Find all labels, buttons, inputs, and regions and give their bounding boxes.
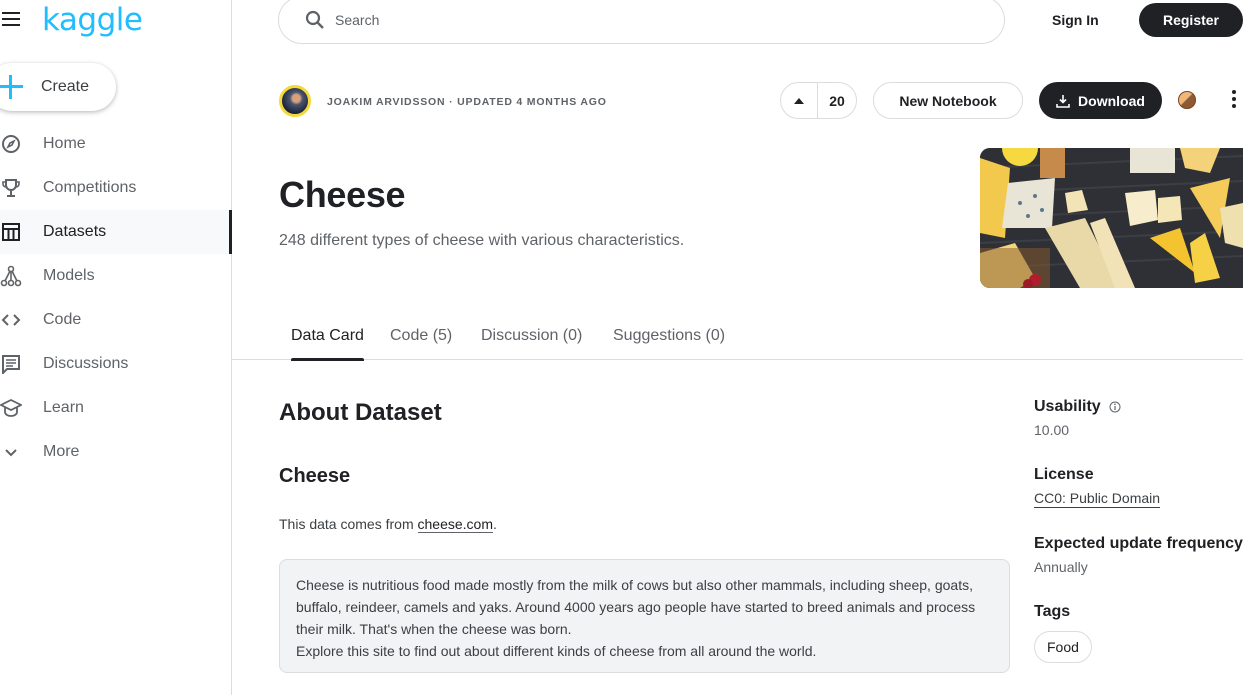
sidebar-item-competitions[interactable]: Competitions	[0, 166, 231, 210]
chevron-down-icon	[0, 441, 22, 463]
tab-data-card[interactable]: Data Card	[291, 327, 364, 361]
sign-in-button[interactable]: Sign In	[1052, 12, 1099, 28]
info-icon[interactable]	[1109, 401, 1121, 413]
more-options-icon[interactable]	[1232, 90, 1240, 110]
compass-icon	[0, 133, 22, 155]
sidebar-item-more[interactable]: More	[0, 430, 231, 474]
vote-widget: 20	[780, 82, 857, 119]
tab-discussion[interactable]: Discussion (0)	[481, 327, 582, 360]
download-button[interactable]: Download	[1039, 82, 1162, 119]
download-icon	[1056, 94, 1070, 108]
tab-code[interactable]: Code (5)	[390, 327, 452, 360]
tags-label: Tags	[1034, 603, 1071, 620]
frequency-label: Expected update frequency	[1034, 535, 1243, 552]
sidebar-item-learn[interactable]: Learn	[0, 386, 231, 430]
models-icon	[0, 265, 22, 287]
sidebar-item-label: Models	[43, 267, 95, 284]
sidebar-item-code[interactable]: Code	[0, 298, 231, 342]
author-avatar[interactable]	[279, 85, 311, 117]
license-section: License CC0: Public Domain	[1034, 466, 1161, 508]
vote-count[interactable]: 20	[818, 93, 856, 109]
caret-up-icon	[794, 97, 804, 104]
hamburger-menu-icon[interactable]	[2, 12, 22, 28]
bronze-medal-icon	[1178, 91, 1196, 109]
usability-label: Usability	[1034, 398, 1101, 415]
dataset-title: Cheese	[279, 174, 406, 215]
sidebar-item-label: Discussions	[43, 355, 129, 372]
upvote-button[interactable]	[781, 83, 818, 118]
license-link[interactable]: CC0: Public Domain	[1034, 490, 1161, 508]
source-prefix: This data comes from	[279, 516, 418, 532]
source-suffix: .	[492, 516, 497, 532]
license-label: License	[1034, 466, 1094, 483]
table-icon	[0, 221, 22, 243]
create-label: Create	[41, 78, 90, 95]
dataset-tabs: Data Card Code (5) Discussion (0) Sugges…	[232, 320, 1243, 361]
new-notebook-button[interactable]: New Notebook	[873, 82, 1023, 119]
tab-suggestions[interactable]: Suggestions (0)	[613, 327, 725, 360]
sidebar-item-label: More	[43, 443, 80, 460]
plus-icon	[0, 75, 23, 99]
kaggle-logo[interactable]: kaggle	[42, 2, 143, 38]
register-button[interactable]: Register	[1139, 3, 1243, 37]
search-icon	[305, 10, 325, 30]
source-text: This data comes from cheese.com.	[279, 516, 497, 533]
sidebar-item-label: Datasets	[43, 223, 107, 240]
author-byline: JOAKIM ARVIDSSON · UPDATED 4 MONTHS AGO	[327, 96, 607, 108]
sidebar-item-label: Code	[43, 311, 82, 328]
sidebar-item-datasets[interactable]: Datasets	[0, 210, 232, 254]
quote-paragraph: Cheese is nutritious food made mostly fr…	[296, 577, 976, 637]
description-blockquote: Cheese is nutritious food made mostly fr…	[279, 559, 1010, 673]
sidebar-nav: Home Competitions Datasets Models Code D…	[0, 122, 232, 474]
tags-section: Tags Food	[1034, 603, 1092, 663]
usability-section: Usability 10.00	[1034, 398, 1121, 438]
tag-chip[interactable]: Food	[1034, 631, 1092, 663]
discussion-icon	[0, 353, 22, 375]
create-button[interactable]: Create	[0, 63, 116, 111]
dataset-cover-image	[980, 148, 1243, 288]
quote-paragraph: Explore this site to find out about diff…	[296, 643, 817, 659]
graduation-cap-icon	[0, 397, 22, 419]
usability-value: 10.00	[1034, 422, 1070, 438]
sidebar-item-home[interactable]: Home	[0, 122, 231, 166]
section-heading: Cheese	[279, 465, 351, 487]
trophy-icon	[0, 177, 22, 199]
source-link[interactable]: cheese.com	[417, 516, 493, 533]
sidebar-item-label: Home	[43, 135, 86, 152]
search-bar[interactable]	[278, 0, 1005, 44]
about-heading: About Dataset	[279, 399, 442, 426]
code-icon	[0, 309, 22, 331]
dataset-subtitle: 248 different types of cheese with vario…	[279, 232, 685, 249]
sidebar-item-models[interactable]: Models	[0, 254, 231, 298]
search-input[interactable]	[335, 12, 935, 28]
sidebar: kaggle Create Home Competitions Datasets	[0, 0, 232, 695]
download-label: Download	[1078, 92, 1145, 109]
frequency-value: Annually	[1034, 559, 1088, 575]
sidebar-item-label: Competitions	[43, 179, 137, 196]
frequency-section: Expected update frequency Annually	[1034, 535, 1243, 575]
sidebar-item-discussions[interactable]: Discussions	[0, 342, 231, 386]
sidebar-item-label: Learn	[43, 399, 84, 416]
